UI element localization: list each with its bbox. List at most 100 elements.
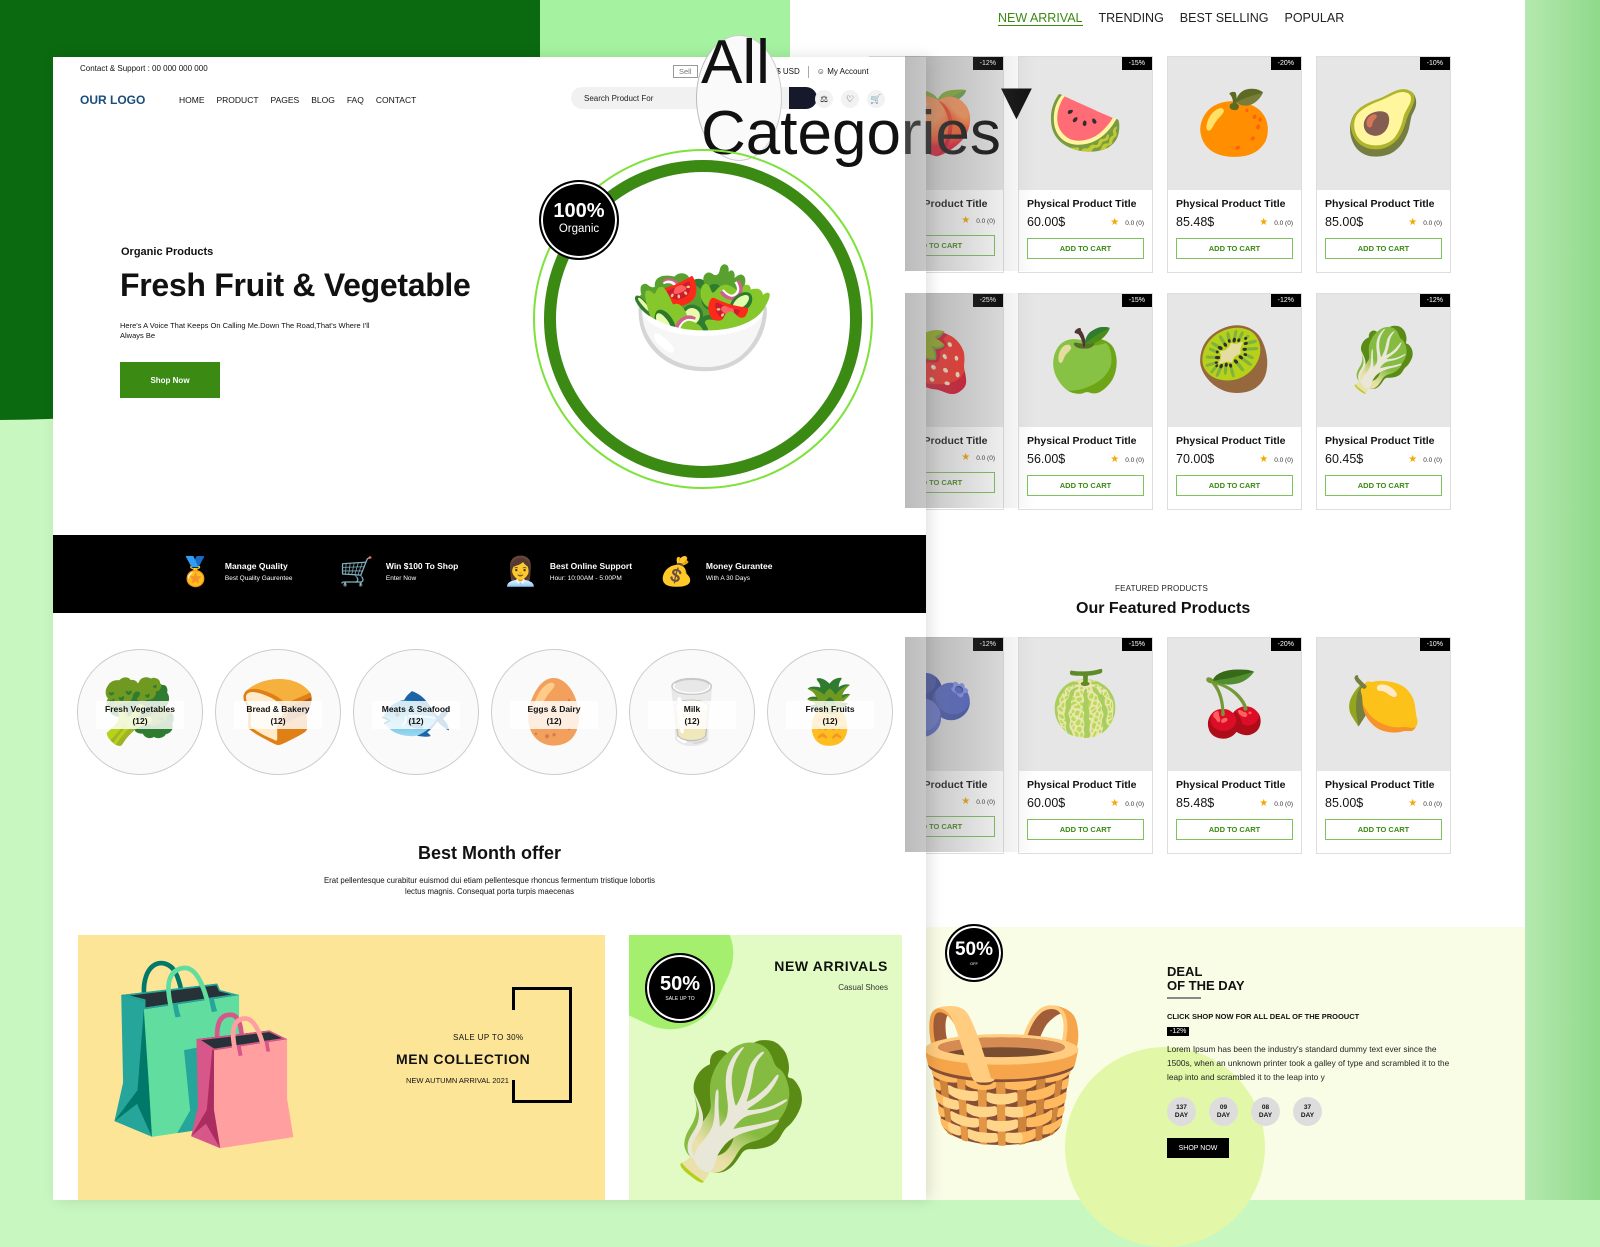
countdown-timers: 137 DAY 09 DAY 08 DAY 37 DAY (1167, 1097, 1322, 1126)
nav-contact[interactable]: CONTACT (376, 95, 416, 105)
category-select[interactable]: All Categories▾ (696, 28, 1032, 168)
star-icon: ★ (1259, 216, 1269, 228)
add-to-cart-button[interactable]: ADD TO CART (1325, 819, 1442, 840)
features-bar: 🏅 Manage Quality Best Quality Gaurentee 🛒 Wi… (53, 535, 926, 613)
product-price: 85.48$ (1176, 796, 1215, 810)
organic-badge-label: Organic (558, 223, 600, 235)
product-image: 🍊 -20% (1168, 57, 1301, 190)
product-icon: 🥑 (1344, 89, 1423, 158)
product-rating: ★ 0.0 (0) (1259, 454, 1293, 465)
discount-badge: -20% (1270, 57, 1301, 70)
category-item[interactable]: 🥦Fresh Vegetables(12) (77, 649, 203, 775)
category-item[interactable]: 🍍Fresh Fruits(12) (767, 649, 893, 775)
rating-value: 0.0 (0) (1274, 219, 1293, 227)
deal-shop-now-button[interactable]: SHOP NOW (1167, 1138, 1229, 1158)
men-collection-banner[interactable]: 🛍️ SALE UP TO 30% MEN COLLECTION NEW AUT… (78, 935, 605, 1200)
category-item[interactable]: 🥛Milk(12) (629, 649, 755, 775)
vegetable-basket-image: 🥬 (659, 1038, 821, 1184)
product-title: Physical Product Title (1027, 198, 1137, 210)
search-button[interactable] (789, 87, 817, 109)
deal-title-line2: OF THE DAY (1167, 978, 1245, 993)
organic-badge-percent: 100% (553, 200, 605, 222)
new-arrivals-banner[interactable]: 50% SALE UP TO NEW ARRIVALS Casual Shoes… (629, 935, 902, 1200)
category-item[interactable]: 🥚Eggs & Dairy(12) (491, 649, 617, 775)
header-icons: ⚖ ♡ 🛒 (815, 90, 885, 108)
countdown-timer: 137 DAY (1167, 1097, 1196, 1126)
compare-icon[interactable]: ⚖ (815, 90, 833, 108)
product-price: 60.45$ (1325, 452, 1364, 466)
rating-value: 0.0 (0) (1423, 219, 1442, 227)
hero-subtitle: Organic Products (121, 246, 214, 258)
add-to-cart-button[interactable]: ADD TO CART (1027, 819, 1144, 840)
product-card[interactable]: 🍒 -20% Physical Product Title 85.48$ ★ 0.0 … (1167, 637, 1302, 854)
feature-icon: 👩‍💼 (503, 556, 538, 587)
feature-item: 🛒 Win $100 To Shop Enter Now (339, 555, 458, 588)
product-image: 🍋 -10% (1317, 638, 1450, 771)
product-card[interactable]: 🥑 -10% Physical Product Title 85.00$ ★ 0.0 … (1316, 56, 1451, 273)
category-label: Fresh Fruits (12) (786, 701, 874, 729)
add-to-cart-button[interactable]: ADD TO CART (1325, 475, 1442, 496)
product-card[interactable]: 🍋 -10% Physical Product Title 85.00$ ★ 0.0 … (1316, 637, 1451, 854)
category-item[interactable]: 🍞Bread & Bakery(12) (215, 649, 341, 775)
rating-value: 0.0 (0) (1274, 800, 1293, 808)
search-input[interactable]: Search Product For (571, 94, 696, 103)
product-card[interactable]: 🍈 -15% Physical Product Title 60.00$ ★ 0.0 … (1018, 637, 1153, 854)
product-image: 🍈 -15% (1019, 638, 1152, 771)
product-rating: ★ 0.0 (0) (1110, 454, 1144, 465)
page-shadow (905, 293, 1035, 508)
feature-title: Manage Quality (224, 561, 288, 571)
decorative-frame (512, 987, 572, 1103)
shop-now-button[interactable]: Shop Now (120, 362, 220, 398)
countdown-timer: 37 DAY (1293, 1097, 1322, 1126)
product-card[interactable]: 🍉 -15% Physical Product Title 60.00$ ★ 0.0 … (1018, 56, 1153, 273)
product-card[interactable]: 🍊 -20% Physical Product Title 85.48$ ★ 0.0 … (1167, 56, 1302, 273)
nav-home[interactable]: HOME (179, 95, 205, 105)
add-to-cart-button[interactable]: ADD TO CART (1176, 819, 1293, 840)
banner-subtitle: Casual Shoes (838, 983, 888, 992)
category-name: Meats & Seafood (381, 704, 451, 714)
tab-new-arrival[interactable]: NEW ARRIVAL (998, 11, 1083, 26)
category-item[interactable]: 🐟Meats & Seafood(12) (353, 649, 479, 775)
rating-value: 0.0 (0) (1274, 456, 1293, 464)
tab-popular[interactable]: POPULAR (1285, 11, 1345, 26)
add-to-cart-button[interactable]: ADD TO CART (1176, 238, 1293, 259)
discount-badge: -20% (1270, 638, 1301, 651)
site-logo[interactable]: OUR LOGO (80, 93, 145, 107)
tab-trending[interactable]: TRENDING (1099, 11, 1164, 26)
nav-product[interactable]: PRODUCT (217, 95, 259, 105)
product-title: Physical Product Title (1325, 435, 1435, 447)
banner-title: MEN COLLECTION (396, 1051, 531, 1067)
star-icon: ★ (1110, 453, 1120, 465)
cart-icon[interactable]: 🛒 (867, 90, 885, 108)
feature-icon: 🛒 (339, 556, 374, 587)
sell-button[interactable]: Sell (673, 65, 698, 78)
add-to-cart-button[interactable]: ADD TO CART (1325, 238, 1442, 259)
category-label: Meats & Seafood (12) (372, 701, 460, 729)
sale-badge: 50% SALE UP TO (645, 953, 715, 1023)
timer-value: 09 (1219, 1104, 1228, 1111)
nav-faq[interactable]: FAQ (347, 95, 364, 105)
tab-best-selling[interactable]: BEST SELLING (1180, 11, 1269, 26)
basket-image: 🧺 (915, 989, 1090, 1146)
feature-title: Win $100 To Shop (385, 561, 459, 571)
star-icon: ★ (1408, 216, 1418, 228)
product-card[interactable]: 🥬 -12% Physical Product Title 60.45$ ★ 0.0 … (1316, 293, 1451, 510)
add-to-cart-button[interactable]: ADD TO CART (1027, 238, 1144, 259)
feature-item: 💰 Money Gurantee With A 30 Days (659, 555, 772, 588)
product-card[interactable]: 🍏 -15% Physical Product Title 56.00$ ★ 0.0 … (1018, 293, 1153, 510)
category-label: Bread & Bakery (12) (234, 701, 322, 729)
product-rating: ★ 0.0 (0) (1259, 217, 1293, 228)
feature-subtitle: Enter Now (385, 575, 417, 582)
product-icon: 🍒 (1195, 670, 1274, 739)
deal-of-the-day: 🧺 50% OFF DEAL OF THE DAY CLICK SHOP NOW … (905, 924, 1525, 1247)
add-to-cart-button[interactable]: ADD TO CART (1176, 475, 1293, 496)
category-name: Fresh Fruits (805, 704, 855, 714)
product-price: 85.48$ (1176, 215, 1215, 229)
category-name: Fresh Vegetables (105, 704, 175, 714)
heart-icon[interactable]: ♡ (841, 90, 859, 108)
product-card[interactable]: 🥝 -12% Physical Product Title 70.00$ ★ 0.0 … (1167, 293, 1302, 510)
nav-pages[interactable]: PAGES (271, 95, 300, 105)
nav-blog[interactable]: BLOG (311, 95, 335, 105)
category-count: (12) (270, 716, 286, 726)
add-to-cart-button[interactable]: ADD TO CART (1027, 475, 1144, 496)
